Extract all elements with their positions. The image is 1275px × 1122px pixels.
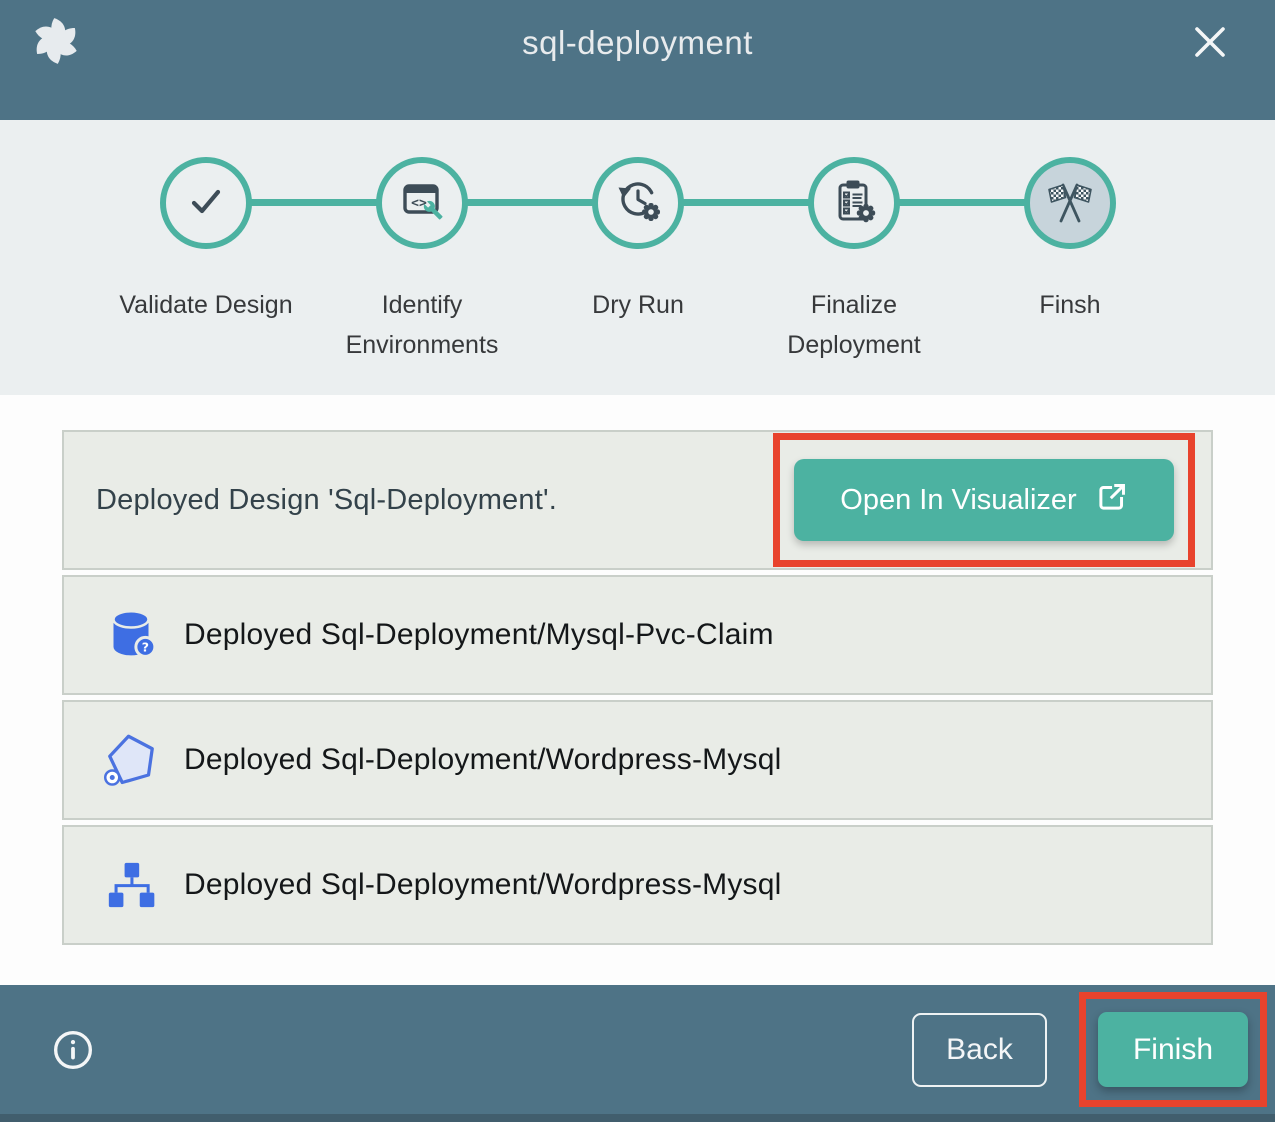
deployed-resource-row: Deployed Sql-Deployment/Wordpress-Mysql bbox=[62, 825, 1213, 945]
deployed-resource-text: Deployed Sql-Deployment/Mysql-Pvc-Claim bbox=[184, 618, 774, 652]
step-finalize-deployment: Finalize Deployment bbox=[746, 157, 962, 365]
close-icon[interactable] bbox=[1189, 22, 1231, 64]
code-wrench-icon: <> bbox=[398, 177, 446, 230]
deployed-resource-row: Deployed Sql-Deployment/Wordpress-Mysql bbox=[62, 700, 1213, 820]
history-gear-icon bbox=[614, 177, 662, 230]
svg-text:?: ? bbox=[142, 640, 149, 655]
deployed-design-row: Deployed Design 'Sql-Deployment'. Open I… bbox=[62, 430, 1213, 570]
step-label: Finalize Deployment bbox=[746, 285, 962, 365]
deployed-resource-row: ? Deployed Sql-Deployment/Mysql-Pvc-Clai… bbox=[62, 575, 1213, 695]
step-dry-run: Dry Run bbox=[530, 157, 746, 365]
back-button[interactable]: Back bbox=[912, 1013, 1047, 1087]
open-in-visualizer-button[interactable]: Open In Visualizer bbox=[794, 459, 1174, 541]
step-circle-finish[interactable] bbox=[1024, 157, 1116, 249]
external-link-icon bbox=[1097, 481, 1128, 520]
step-label: Validate Design bbox=[119, 285, 292, 325]
highlight-box-finish: Finish bbox=[1079, 992, 1267, 1107]
deployment-tree-icon bbox=[100, 854, 162, 916]
step-label: Identify Environments bbox=[314, 285, 530, 365]
service-pentagon-icon bbox=[100, 729, 162, 791]
dialog-title: sql-deployment bbox=[0, 24, 1275, 62]
checkered-flags-icon bbox=[1046, 177, 1094, 230]
clipboard-gear-icon bbox=[830, 177, 878, 230]
step-circle-dry-run[interactable] bbox=[592, 157, 684, 249]
step-circle-validate-design[interactable] bbox=[160, 157, 252, 249]
persistent-volume-claim-icon: ? bbox=[100, 604, 162, 666]
step-label: Finsh bbox=[1039, 285, 1100, 325]
deployed-resource-text: Deployed Sql-Deployment/Wordpress-Mysql bbox=[184, 868, 781, 902]
deployment-results-panel: Deployed Design 'Sql-Deployment'. Open I… bbox=[62, 430, 1213, 945]
deployed-resource-text: Deployed Sql-Deployment/Wordpress-Mysql bbox=[184, 743, 781, 777]
dialog-header: sql-deployment bbox=[0, 0, 1275, 120]
step-circle-finalize-deployment[interactable] bbox=[808, 157, 900, 249]
info-icon[interactable] bbox=[52, 1029, 94, 1071]
results-content: Deployed Design 'Sql-Deployment'. Open I… bbox=[0, 395, 1275, 985]
step-circle-identify-environments[interactable]: <> bbox=[376, 157, 468, 249]
step-label: Dry Run bbox=[592, 285, 684, 325]
step-identify-environments: <> Identify Environments bbox=[314, 157, 530, 365]
dialog-footer: Back Finish bbox=[0, 985, 1275, 1114]
finish-button[interactable]: Finish bbox=[1098, 1012, 1248, 1087]
wizard-stepper: Validate Design <> I bbox=[0, 120, 1275, 395]
stepper-steps: Validate Design <> I bbox=[98, 157, 1178, 365]
dialog-bottom-edge bbox=[0, 1114, 1275, 1122]
step-finish: Finsh bbox=[962, 157, 1178, 365]
highlight-box-open-in-visualizer: Open In Visualizer bbox=[773, 433, 1195, 567]
check-icon bbox=[182, 177, 230, 230]
deployment-wizard-dialog: sql-deployment Validate Design bbox=[0, 0, 1275, 1122]
open-in-visualizer-label: Open In Visualizer bbox=[840, 484, 1076, 517]
step-validate-design: Validate Design bbox=[98, 157, 314, 365]
deployed-design-message: Deployed Design 'Sql-Deployment'. bbox=[96, 484, 557, 517]
